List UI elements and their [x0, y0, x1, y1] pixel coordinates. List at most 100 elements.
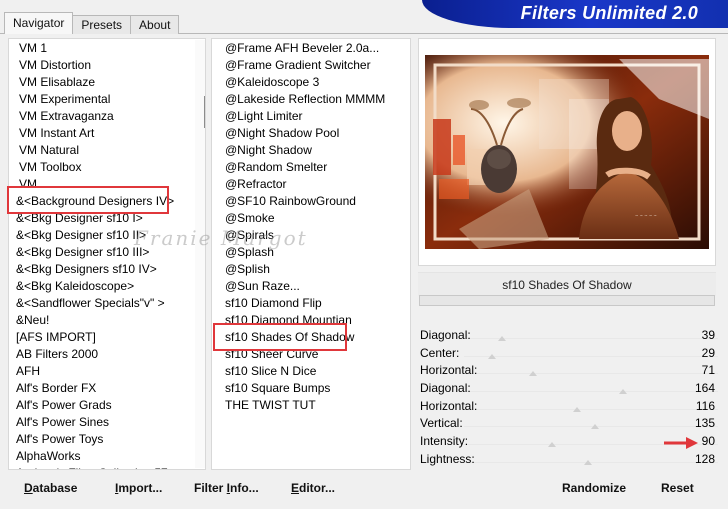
- slider-thumb[interactable]: [591, 424, 600, 430]
- filter-list[interactable]: @Frame AFH Beveler 2.0a... @Frame Gradien…: [212, 40, 385, 414]
- editor-button[interactable]: Editor...: [288, 476, 338, 500]
- filter-item[interactable]: @Spirals: [212, 227, 385, 244]
- import-button[interactable]: Import...: [112, 476, 165, 500]
- category-list-panel[interactable]: VM 1 VM Distortion VM Elisablaze VM Experim…: [8, 38, 206, 470]
- slider-track[interactable]: [464, 373, 718, 375]
- category-list[interactable]: VM 1 VM Distortion VM Elisablaze VM Experim…: [9, 40, 174, 469]
- slider-track[interactable]: [464, 391, 718, 393]
- filter-list-panel[interactable]: @Frame AFH Beveler 2.0a... @Frame Gradien…: [211, 38, 411, 470]
- slider-row[interactable]: Center: 29: [418, 344, 718, 362]
- tab-navigator[interactable]: Navigator: [4, 12, 74, 34]
- category-item[interactable]: AFH: [9, 363, 174, 380]
- slider-value: 128: [694, 451, 715, 466]
- category-item[interactable]: Alf's Power Grads: [9, 397, 174, 414]
- tab-presets[interactable]: Presets: [72, 15, 132, 34]
- slider-thumb[interactable]: [497, 336, 506, 341]
- category-item[interactable]: VM 1: [9, 40, 174, 57]
- filter-item[interactable]: @Splish: [212, 261, 385, 278]
- filter-info-button[interactable]: Filter Info...: [191, 476, 262, 500]
- filter-item[interactable]: @Sun Raze...: [212, 278, 385, 295]
- category-item[interactable]: AB Filters 2000: [9, 346, 174, 363]
- app-title-banner: Filters Unlimited 2.0: [422, 0, 728, 28]
- slider-track[interactable]: [464, 408, 718, 410]
- category-item[interactable]: VM Experimental: [9, 91, 174, 108]
- preview-pane: ~ ~ ~ ~ ~: [418, 38, 716, 266]
- slider-row[interactable]: Diagonal: 39: [418, 326, 718, 344]
- slider-row[interactable]: Diagonal: 164: [418, 379, 718, 397]
- category-highlight-box: [7, 186, 169, 214]
- filter-item[interactable]: sf10 Square Bumps: [212, 380, 385, 397]
- slider-row[interactable]: Horizontal: 116: [418, 397, 718, 415]
- filter-item[interactable]: @Frame Gradient Switcher: [212, 57, 385, 74]
- slider-thumb[interactable]: [547, 442, 556, 448]
- category-item[interactable]: VM Extravaganza: [9, 108, 174, 125]
- filter-item[interactable]: THE TWIST TUT: [212, 397, 385, 414]
- slider-thumb[interactable]: [528, 371, 537, 377]
- filter-item[interactable]: @Night Shadow: [212, 142, 385, 159]
- category-item[interactable]: Alf's Power Toys: [9, 431, 174, 448]
- slider-value: 39: [701, 328, 715, 342]
- category-item[interactable]: Andrew's Filter Collection 57: [9, 465, 174, 469]
- filter-item[interactable]: @SF10 RainbowGround: [212, 193, 385, 210]
- slider-row[interactable]: Horizontal: 71: [418, 361, 718, 379]
- slider-label: Lightness:: [420, 451, 475, 466]
- filter-item[interactable]: @Splash: [212, 244, 385, 261]
- filter-item[interactable]: sf10 Slice N Dice: [212, 363, 385, 380]
- filter-item[interactable]: sf10 Diamond Flip: [212, 295, 385, 312]
- category-item[interactable]: Alf's Border FX: [9, 380, 174, 397]
- slider-value: 90: [701, 434, 715, 449]
- filter-item[interactable]: @Night Shadow Pool: [212, 125, 385, 142]
- category-item[interactable]: &<Bkg Designers sf10 IV>: [9, 261, 174, 278]
- slider-track[interactable]: [464, 355, 718, 357]
- slider-label: Horizontal:: [420, 363, 478, 378]
- category-scrollbar-thumb[interactable]: [204, 96, 205, 128]
- filter-highlight-box: [213, 323, 347, 351]
- category-item[interactable]: &<Sandflower Specials"v" >: [9, 295, 174, 312]
- red-arrow-icon: [664, 437, 698, 449]
- category-item[interactable]: AlphaWorks: [9, 448, 174, 465]
- slider-thumb[interactable]: [584, 459, 593, 465]
- filter-item[interactable]: @Lakeside Reflection MMMM: [212, 91, 385, 108]
- reset-button[interactable]: Reset: [658, 476, 697, 500]
- tab-bar: Navigator Presets About: [4, 12, 180, 34]
- slider-value: 116: [695, 398, 715, 413]
- slider-label: Diagonal:: [420, 328, 471, 342]
- slider-label: Vertical:: [420, 416, 463, 431]
- category-item[interactable]: &<Bkg Kaleidoscope>: [9, 278, 174, 295]
- preview-image: ~ ~ ~ ~ ~: [419, 39, 715, 265]
- slider-value: 164: [694, 381, 715, 396]
- category-item[interactable]: [AFS IMPORT]: [9, 329, 174, 346]
- slider-thumb[interactable]: [488, 353, 497, 359]
- filter-item[interactable]: @Smoke: [212, 210, 385, 227]
- filter-item[interactable]: @Refractor: [212, 176, 385, 193]
- category-item[interactable]: VM Distortion: [9, 57, 174, 74]
- category-item[interactable]: &<Bkg Designer sf10 II>: [9, 227, 174, 244]
- category-item[interactable]: &Neu!: [9, 312, 174, 329]
- tab-about[interactable]: About: [130, 15, 180, 34]
- database-button[interactable]: Database: [21, 476, 80, 500]
- slider-thumb[interactable]: [619, 389, 628, 395]
- category-item[interactable]: Alf's Power Sines: [9, 414, 174, 431]
- category-item[interactable]: VM Elisablaze: [9, 74, 174, 91]
- bottom-toolbar: Database Import... Filter Info... Editor…: [0, 474, 728, 509]
- slider-label: Horizontal:: [420, 398, 478, 413]
- slider-row[interactable]: Vertical: 135: [418, 414, 718, 432]
- slider-thumb[interactable]: [572, 406, 581, 412]
- slider-value: 135: [694, 416, 715, 431]
- randomize-button[interactable]: Randomize: [559, 476, 629, 500]
- progress-bar: [419, 295, 715, 306]
- slider-value: 71: [701, 363, 715, 378]
- svg-text:~ ~ ~ ~ ~: ~ ~ ~ ~ ~: [635, 213, 657, 218]
- filter-item[interactable]: @Random Smelter: [212, 159, 385, 176]
- filter-item[interactable]: @Frame AFH Beveler 2.0a...: [212, 40, 385, 57]
- category-item[interactable]: VM Toolbox: [9, 159, 174, 176]
- filter-item[interactable]: @Kaleidoscope 3: [212, 74, 385, 91]
- slider-value: 29: [701, 345, 715, 360]
- slider-label: Intensity:: [420, 434, 469, 449]
- category-item[interactable]: VM Instant Art: [9, 125, 174, 142]
- category-item[interactable]: VM Natural: [9, 142, 174, 159]
- slider-row[interactable]: Lightness: 128: [418, 450, 718, 468]
- slider-label: Center:: [420, 345, 460, 360]
- category-item[interactable]: &<Bkg Designer sf10 III>: [9, 244, 174, 261]
- filter-item[interactable]: @Light Limiter: [212, 108, 385, 125]
